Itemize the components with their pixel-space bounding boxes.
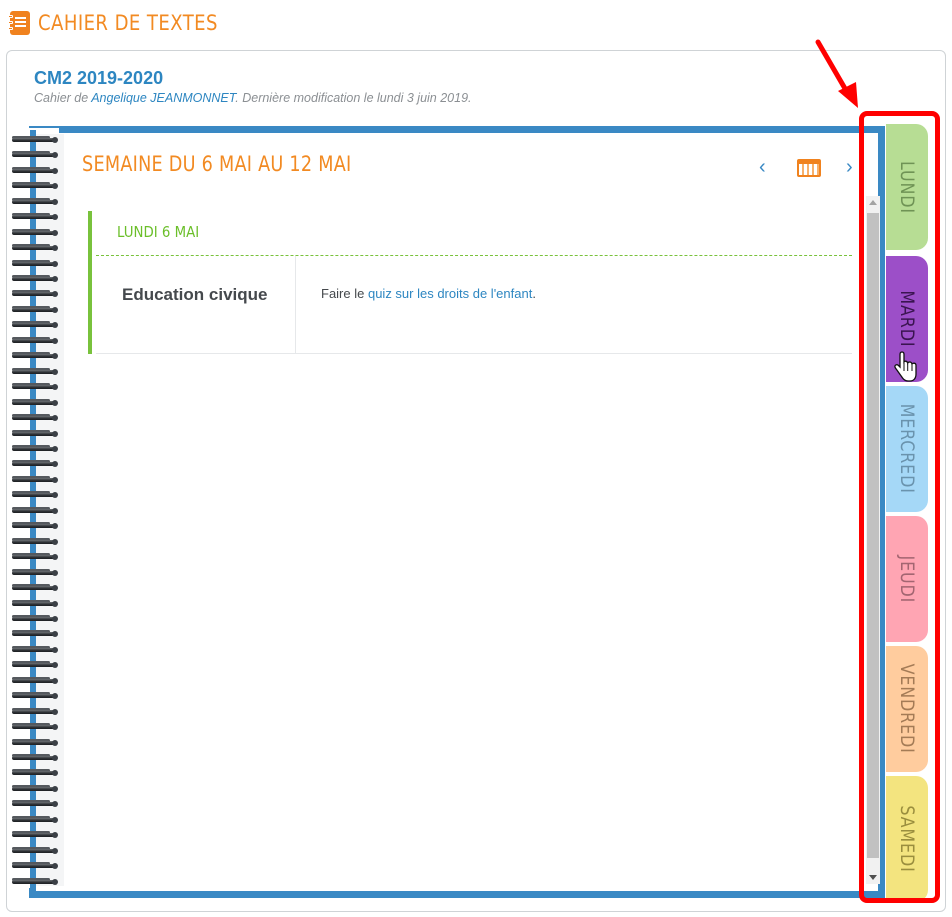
spiral-ring [12,769,58,777]
scroll-up-arrow-icon[interactable] [869,200,877,205]
day-title: LUNDI 6 MAI [117,223,200,241]
spiral-ring [12,399,58,407]
spiral-ring [12,321,58,329]
spiral-ring [12,290,58,298]
spiral-ring [12,430,58,438]
app-title: CAHIER DE TEXTES [38,11,218,35]
spiral-ring [12,692,58,700]
spiral-ring [12,383,58,391]
previous-week-button[interactable]: ‹ [759,157,766,177]
tab-mardi-label: MARDI [896,290,918,348]
spiral-ring [12,182,58,190]
spiral-ring [12,352,58,360]
spiral-ring [12,661,58,669]
spiral-ring [12,538,58,546]
class-title: CM2 2019-2020 [34,68,164,88]
next-week-button[interactable]: › [846,157,853,177]
author-link[interactable]: Angelique JEANMONNET [91,91,235,105]
spiral-ring [12,569,58,577]
entry-text-before: Faire le [321,286,368,301]
spiral-ring [12,213,58,221]
spiral-ring [12,630,58,638]
spiral-ring [12,306,58,314]
tab-vendredi[interactable]: VENDREDI [886,646,928,772]
tab-mardi[interactable]: MARDI [886,256,928,382]
entry-text: Faire le quiz sur les droits de l'enfant… [321,286,536,301]
entry-text-after: . [532,286,536,301]
spiral-ring [12,198,58,206]
tab-lundi[interactable]: LUNDI [886,124,928,250]
calendar-icon[interactable] [797,159,821,177]
spiral-ring [12,476,58,484]
spiral-ring [12,445,58,453]
spiral-ring [12,847,58,855]
tab-vendredi-label: VENDREDI [896,663,918,755]
spiral-ring [12,522,58,530]
spiral-ring [12,739,58,747]
spiral-ring [12,878,58,886]
spiral-ring [12,615,58,623]
spiral-ring [12,460,58,468]
spiral-ring [12,414,58,422]
scroll-thumb[interactable] [867,213,879,858]
spiral-ring [12,831,58,839]
spiral-ring [12,260,58,268]
subtitle-suffix: . Dernière modification le lundi 3 juin … [235,91,472,105]
tab-jeudi[interactable]: JEUDI [886,516,928,642]
spiral-ring [12,584,58,592]
tab-mercredi[interactable]: MERCREDI [886,386,928,512]
spiral-ring [12,229,58,237]
scroll-down-arrow-icon[interactable] [869,875,877,880]
spiral-ring [12,800,58,808]
spiral-ring [12,491,58,499]
spiral-ring [12,646,58,654]
entry-subject: Education civique [122,285,268,304]
tab-samedi[interactable]: SAMEDI [886,776,928,902]
spiral-ring [12,553,58,561]
scrollbar[interactable] [866,196,880,884]
spiral-ring [12,167,58,175]
spiral-ring [12,862,58,870]
spiral-ring [12,244,58,252]
day-section: LUNDI 6 MAI Education civique Faire le q… [88,211,852,354]
tab-samedi-label: SAMEDI [896,805,918,873]
spiral-ring [12,275,58,283]
spiral-ring [12,507,58,515]
spiral-ring [12,723,58,731]
spiral-ring [12,368,58,376]
notebook-icon [8,11,30,35]
app-header: CAHIER DE TEXTES [8,8,247,38]
quiz-link[interactable]: quiz sur les droits de l'enfant [368,286,532,301]
tab-jeudi-label: JEUDI [896,555,918,603]
spiral-ring [12,816,58,824]
spiral-ring [12,151,58,159]
spiral-ring [12,754,58,762]
homework-entry: Education civique Faire le quiz sur les … [96,256,852,354]
tab-lundi-label: LUNDI [896,160,918,214]
subtitle-prefix: Cahier de [34,91,92,105]
subtitle: Cahier de Angelique JEANMONNET. Dernière… [34,91,472,105]
spiral-ring [12,600,58,608]
spiral-ring [12,677,58,685]
week-title: SEMAINE DU 6 MAI AU 12 MAI [82,152,352,176]
entry-divider [295,256,296,354]
spiral-ring [12,337,58,345]
spiral-ring [12,785,58,793]
tab-mercredi-label: MERCREDI [896,403,918,495]
spiral-ring [12,136,58,144]
spiral-ring [12,708,58,716]
